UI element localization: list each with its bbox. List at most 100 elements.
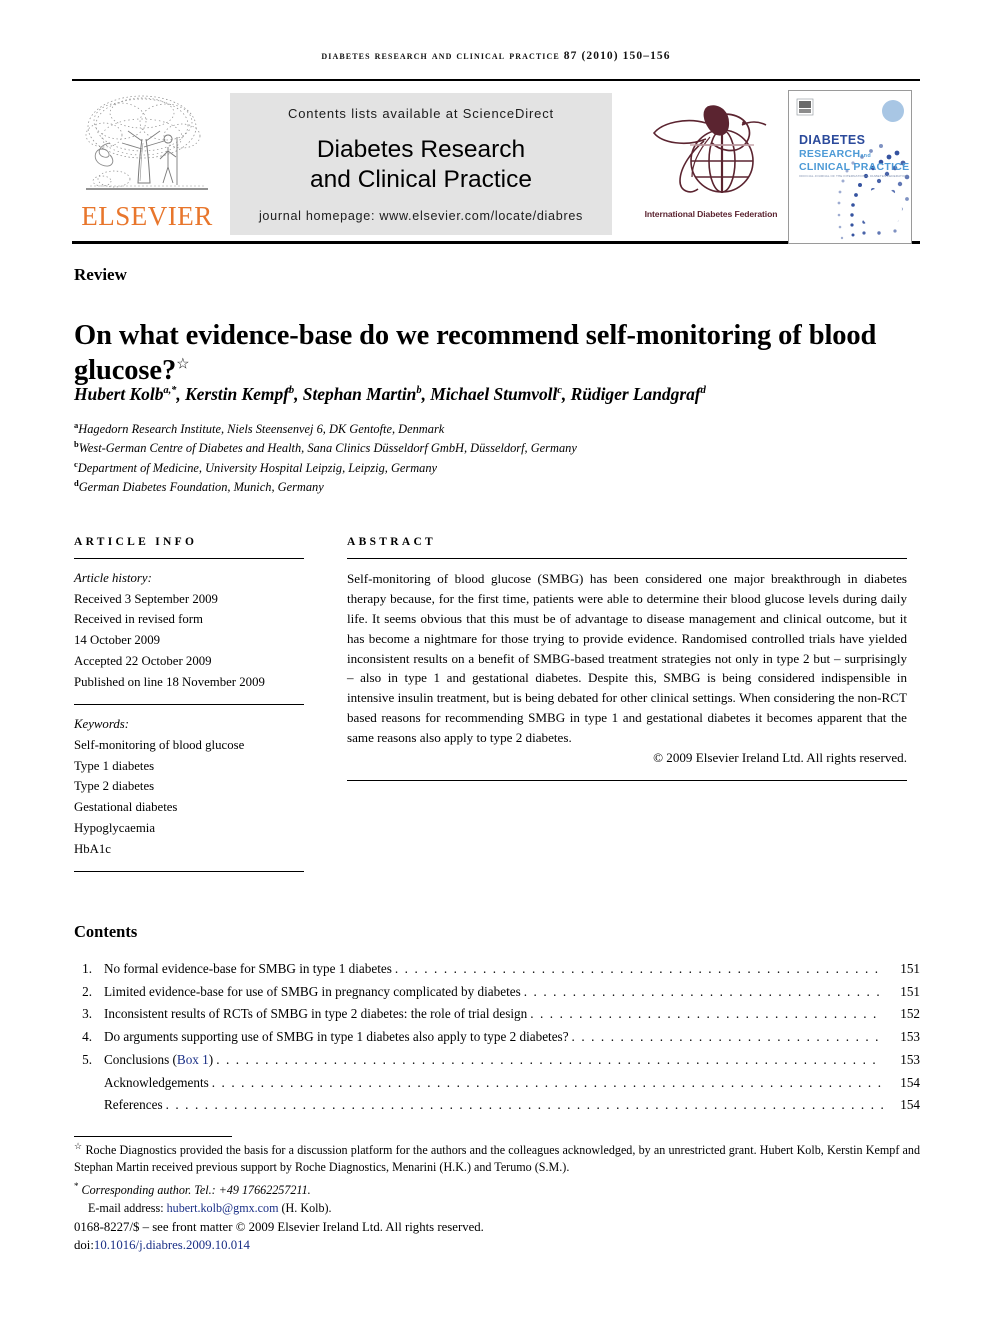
- email-label: E-mail address:: [88, 1200, 164, 1215]
- email-footnote: E-mail address: hubert.kolb@gmx.com (H. …: [74, 1200, 920, 1217]
- box-1-link[interactable]: Box 1: [177, 1052, 209, 1067]
- keywords-label: Keywords:: [74, 717, 129, 732]
- toc-label: Acknowledgements: [104, 1074, 209, 1090]
- toc-label: No formal evidence-base for SMBG in type…: [104, 961, 392, 976]
- affiliation-item: aHagedorn Research Institute, Niels Stee…: [74, 420, 445, 437]
- toc-leader-dots: . . . . . . . . . . . . . . . . . . . . …: [523, 983, 883, 999]
- affiliation-text: Hagedorn Research Institute, Niels Steen…: [78, 422, 445, 437]
- toc-number: 4.: [82, 1029, 92, 1045]
- article-history-label: Article history:: [74, 571, 152, 585]
- author-item: Hubert Kolba,*: [74, 384, 177, 404]
- sciencedirect-line: Contents lists available at ScienceDirec…: [287, 106, 555, 121]
- journal-article-page: Diabetes Research and Clinical Practice …: [0, 0, 992, 1323]
- doi-line: doi:10.1016/j.diabres.2009.10.014: [74, 1236, 920, 1254]
- toc-entry[interactable]: 2. Limited evidence-base for use of SMBG…: [74, 981, 920, 1004]
- toc-leader-dots: . . . . . . . . . . . . . . . . . . . . …: [165, 1097, 883, 1113]
- author-item: Michael Stumvollc: [430, 384, 562, 404]
- svg-text:DIABETES: DIABETES: [799, 133, 865, 147]
- doi-link[interactable]: 10.1016/j.diabres.2009.10.014: [94, 1238, 250, 1252]
- keyword-item: Type 1 diabetes: [74, 758, 155, 773]
- author-list: Hubert Kolba,*, Kerstin Kempfb, Stephan …: [74, 384, 706, 404]
- toc-number: 5.: [82, 1051, 92, 1067]
- elsevier-wordmark: ELSEVIER: [81, 201, 213, 231]
- title-text: On what evidence-base do we recommend se…: [74, 320, 877, 386]
- idf-logo-caption: International Diabetes Federation: [644, 209, 778, 219]
- keyword-item: Hypoglycaemia: [74, 820, 156, 835]
- toc-label: Inconsistent results of RCTs of SMBG in …: [104, 1006, 528, 1022]
- toc-number: 1.: [82, 961, 92, 976]
- abstract-section: Abstract Self-monitoring of blood glucos…: [347, 536, 907, 782]
- running-head: Diabetes Research and Clinical Practice …: [321, 50, 671, 62]
- sciencedirect-banner: Contents lists available at ScienceDirec…: [230, 93, 612, 235]
- colophon: 0168-8227/$ – see front matter © 2009 El…: [74, 1218, 920, 1255]
- toc-page-number: 153: [900, 1051, 920, 1067]
- toc-label: Limited evidence-base for use of SMBG in…: [104, 983, 521, 999]
- footnote-section: ☆ Roche Diagnostics provided the basis f…: [74, 1140, 920, 1217]
- corresponding-author-text: Corresponding author. Tel.: +49 17662257…: [81, 1183, 311, 1198]
- toc-number: 3.: [82, 1006, 92, 1022]
- toc-label: Conclusions (: [104, 1051, 177, 1067]
- divider: [74, 871, 304, 873]
- toc-page-number: 151: [900, 961, 920, 976]
- svg-text:CLINICAL PRACTICE: CLINICAL PRACTICE: [799, 161, 910, 173]
- affiliation-text: West-German Centre of Diabetes and Healt…: [78, 441, 577, 456]
- title-footnote-marker: ☆: [176, 356, 190, 373]
- journal-homepage: journal homepage: www.elsevier.com/locat…: [258, 209, 584, 223]
- toc-page-number: 151: [900, 983, 920, 999]
- article-type: Review: [74, 265, 127, 284]
- affiliation-item: dGerman Diabetes Foundation, Munich, Ger…: [74, 478, 324, 495]
- abstract-label: Abstract: [347, 536, 437, 548]
- toc-leader-dots: . . . . . . . . . . . . . . . . . . . . …: [216, 1051, 883, 1067]
- article-history-item: Received in revised form: [74, 612, 203, 627]
- affiliation-item: bWest-German Centre of Diabetes and Heal…: [74, 439, 577, 456]
- toc-number: 2.: [82, 983, 92, 999]
- toc-leader-dots: . . . . . . . . . . . . . . . . . . . . …: [571, 1029, 883, 1045]
- page-title: On what evidence-base do we recommend se…: [74, 319, 904, 389]
- keyword-item: Gestational diabetes: [74, 800, 178, 815]
- hummingbird-globe-icon: [652, 105, 767, 193]
- journal-masthead: ELSEVIER Contents lists available at Sci…: [72, 79, 920, 244]
- affiliation-text: Department of Medicine, University Hospi…: [77, 460, 438, 475]
- article-history-item: Published on line 18 November 2009: [74, 674, 265, 689]
- table-of-contents: 1. No formal evidence-base for SMBG in t…: [74, 958, 920, 1117]
- keyword-list: Keywords: Self-monitoring of blood gluco…: [74, 705, 304, 859]
- toc-leader-dots: . . . . . . . . . . . . . . . . . . . . …: [394, 961, 883, 976]
- article-info-section: Article info Article history: Received 3…: [74, 536, 304, 873]
- toc-entry[interactable]: 5. Conclusions (Box 1) . . . . . . . . .…: [74, 1049, 920, 1072]
- toc-label: Do arguments supporting use of SMBG in t…: [104, 1029, 569, 1045]
- toc-entry[interactable]: 3. Inconsistent results of RCTs of SMBG …: [74, 1003, 920, 1026]
- toc-label: References: [104, 1097, 163, 1113]
- elsevier-tree-icon: [85, 95, 208, 190]
- funding-footnote-text: Roche Diagnostics provided the basis for…: [74, 1143, 920, 1175]
- footnote-asterisk-marker: *: [74, 1181, 79, 1192]
- corresponding-author-footnote: * Corresponding author. Tel.: +49 176622…: [74, 1176, 920, 1199]
- affiliation-item: cDepartment of Medicine, University Hosp…: [74, 458, 438, 475]
- article-history: Article history: Received 3 September 20…: [74, 559, 304, 692]
- toc-label-tail: ): [208, 1051, 214, 1067]
- abstract-text: Self-monitoring of blood glucose (SMBG) …: [347, 571, 907, 746]
- abstract-copyright: © 2009 Elsevier Ireland Ltd. All rights …: [653, 750, 907, 766]
- keyword-item: Type 2 diabetes: [74, 779, 155, 794]
- toc-entry[interactable]: 4. Do arguments supporting use of SMBG i…: [74, 1026, 920, 1049]
- keyword-item: HbA1c: [74, 841, 111, 856]
- email-link[interactable]: hubert.kolb@gmx.com: [167, 1201, 279, 1215]
- toc-page-number: 154: [900, 1097, 920, 1113]
- journal-title-line1: Diabetes Research: [316, 136, 526, 163]
- author-item: Stephan Martinb: [302, 384, 422, 404]
- toc-leader-dots: . . . . . . . . . . . . . . . . . . . . …: [211, 1074, 883, 1090]
- journal-title-line2: and Clinical Practice: [310, 165, 532, 193]
- svg-text:RESEARCHand: RESEARCHand: [799, 148, 871, 160]
- toc-entry[interactable]: 1. No formal evidence-base for SMBG in t…: [74, 958, 920, 981]
- elsevier-logo: ELSEVIER: [76, 91, 218, 239]
- toc-page-number: 152: [900, 1006, 920, 1022]
- issn-line: 0168-8227/$ – see front matter © 2009 El…: [74, 1220, 484, 1234]
- toc-entry[interactable]: Acknowledgements . . . . . . . . . . . .…: [74, 1072, 920, 1095]
- keyword-item: Self-monitoring of blood glucose: [74, 738, 245, 753]
- article-history-item: Accepted 22 October 2009: [74, 653, 212, 668]
- article-info-label: Article info: [74, 536, 198, 548]
- journal-cover-art: DIABETES RESEARCHand CLINICAL PRACTICE O…: [789, 91, 911, 243]
- journal-cover-thumbnail: DIABETES RESEARCHand CLINICAL PRACTICE O…: [788, 90, 912, 244]
- toc-entry[interactable]: References . . . . . . . . . . . . . . .…: [74, 1094, 920, 1117]
- toc-leader-dots: . . . . . . . . . . . . . . . . . . . . …: [530, 1006, 883, 1022]
- funding-footnote: ☆ Roche Diagnostics provided the basis f…: [74, 1140, 920, 1176]
